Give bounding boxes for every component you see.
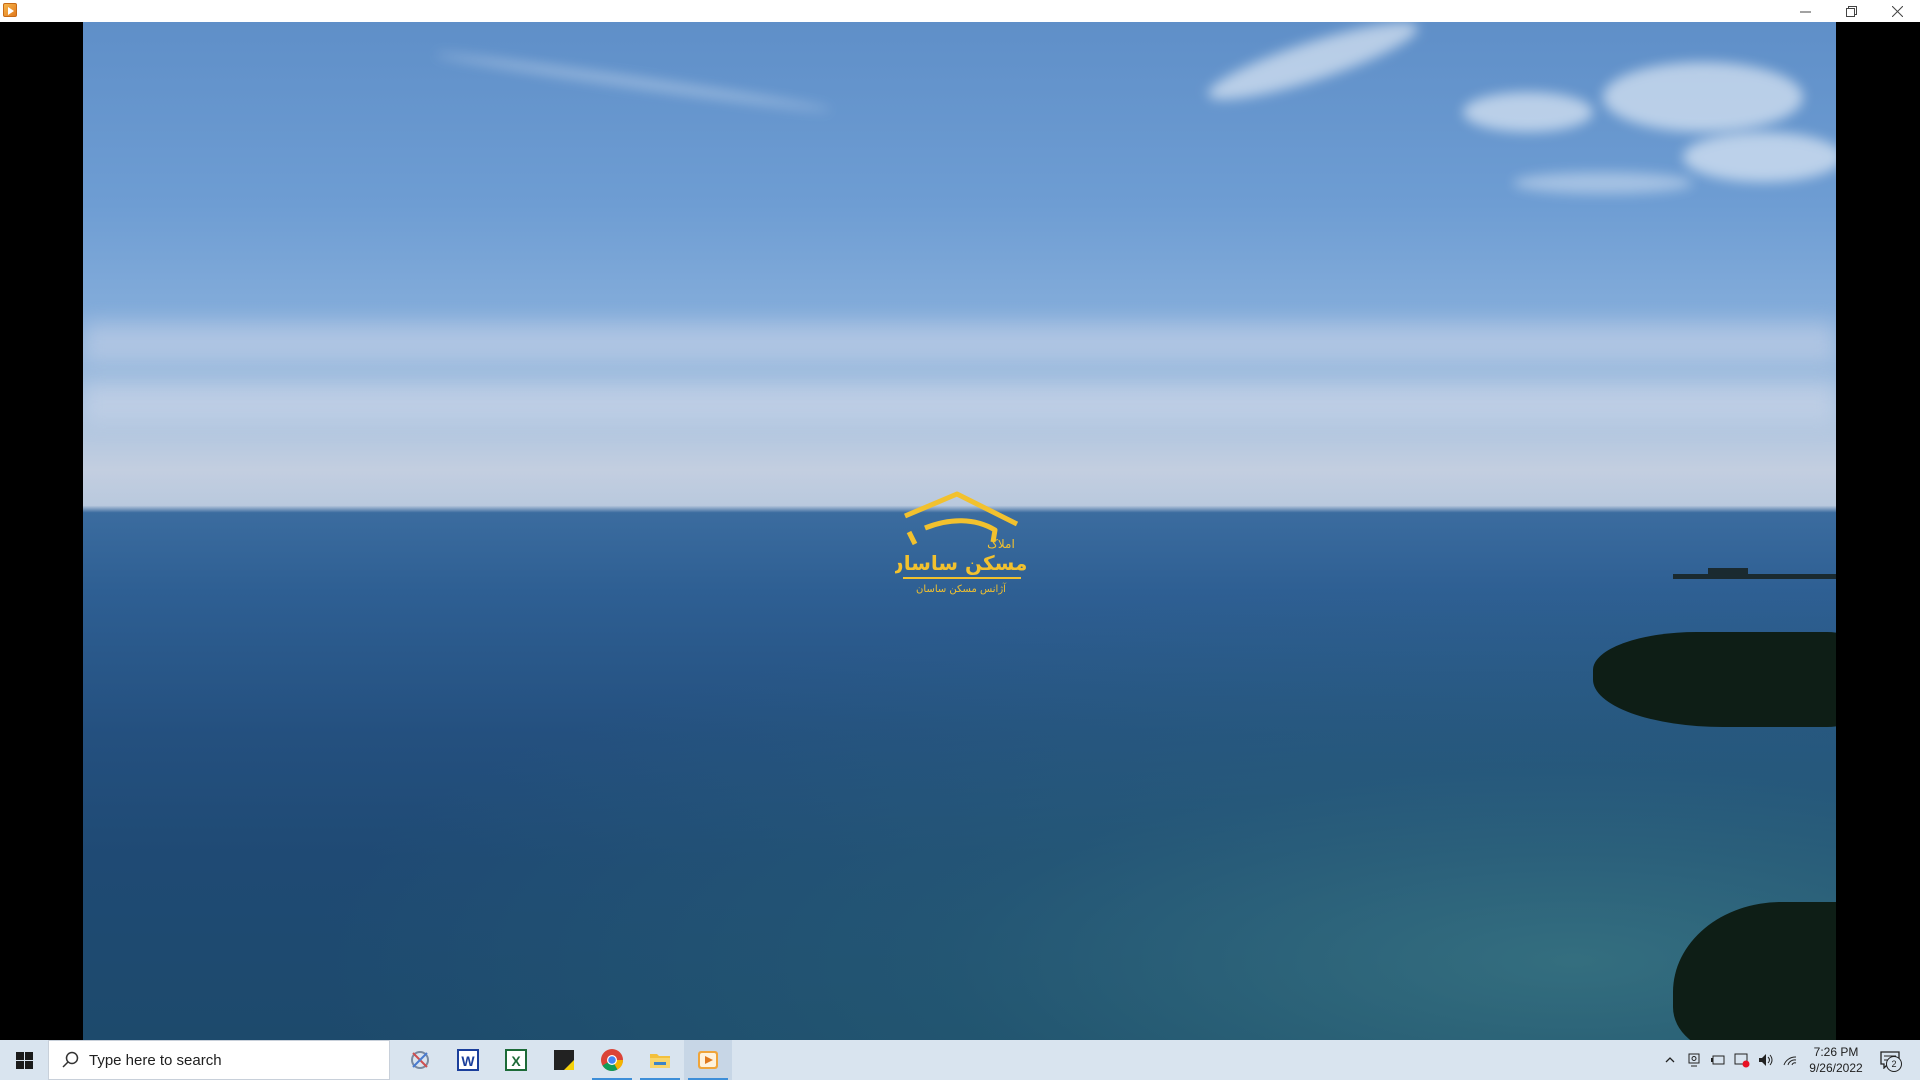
title-bar xyxy=(0,0,1920,22)
logo-line1: املاک xyxy=(987,537,1015,551)
svg-text:X: X xyxy=(511,1053,521,1069)
media-player-icon xyxy=(3,3,17,17)
video-frame[interactable]: املاک مسکن ساسان آژانس مسکن ساسان xyxy=(83,22,1836,1040)
minimize-icon xyxy=(1799,11,1811,12)
notification-count-badge: 2 xyxy=(1886,1056,1902,1072)
taskbar-app-snipping[interactable] xyxy=(396,1040,444,1080)
window-controls xyxy=(1782,0,1920,22)
clock-time: 7:26 PM xyxy=(1813,1045,1859,1059)
cloud xyxy=(1463,92,1593,132)
logo-line3: آژانس مسکن ساسان xyxy=(916,582,1007,595)
taskbar-app-word[interactable]: W xyxy=(444,1040,492,1080)
windows-logo-icon xyxy=(15,1051,33,1069)
word-icon: W xyxy=(457,1049,479,1071)
sticky-notes-icon xyxy=(554,1050,574,1070)
haze-band xyxy=(83,322,1836,362)
coastline-trees xyxy=(1593,632,1836,727)
restore-icon xyxy=(1845,5,1857,17)
haze-band xyxy=(83,382,1836,422)
snipping-tool-icon xyxy=(411,1051,429,1069)
clock-date: 9/26/2022 xyxy=(1809,1061,1863,1075)
cloud xyxy=(1513,172,1693,194)
search-placeholder: Type here to search xyxy=(89,1051,222,1069)
chevron-up-icon xyxy=(1665,1057,1675,1063)
tray-volume[interactable] xyxy=(1756,1040,1776,1080)
security-alert-icon xyxy=(1734,1053,1750,1068)
file-explorer-icon xyxy=(650,1054,670,1068)
pier-building xyxy=(1708,568,1748,578)
excel-icon: X xyxy=(505,1049,527,1071)
taskbar-app-sticky-notes[interactable] xyxy=(540,1040,588,1080)
video-player-area[interactable]: املاک مسکن ساسان آژانس مسکن ساسان xyxy=(0,22,1920,1040)
media-player-icon xyxy=(698,1051,718,1069)
cloud xyxy=(434,49,832,115)
speaker-icon xyxy=(1759,1054,1773,1066)
wifi-icon xyxy=(1783,1056,1797,1066)
logo-line2: مسکن ساسان xyxy=(895,551,1027,575)
tray-meet-now[interactable] xyxy=(1684,1040,1704,1080)
taskbar-app-media-player[interactable] xyxy=(684,1040,732,1080)
webcam-icon xyxy=(1688,1053,1700,1067)
svg-text:W: W xyxy=(461,1053,475,1069)
cloud xyxy=(1603,62,1803,132)
restore-button[interactable] xyxy=(1828,0,1874,22)
taskbar-app-file-explorer[interactable] xyxy=(636,1040,684,1080)
taskbar-clock[interactable]: 7:26 PM 9/26/2022 xyxy=(1806,1044,1866,1076)
tray-network[interactable] xyxy=(1780,1040,1800,1080)
agency-logo: املاک مسکن ساسان آژانس مسکن ساسان xyxy=(895,491,1027,595)
cloud xyxy=(1202,22,1424,114)
close-icon xyxy=(1891,5,1903,17)
battery-plug-icon xyxy=(1711,1055,1725,1065)
minimize-button[interactable] xyxy=(1782,0,1828,22)
taskbar-search-box[interactable]: Type here to search xyxy=(48,1040,390,1080)
pier xyxy=(1673,574,1836,579)
tray-security[interactable] xyxy=(1732,1040,1752,1080)
search-icon xyxy=(62,1051,79,1068)
action-center-button[interactable]: 2 xyxy=(1872,1040,1908,1080)
cloud xyxy=(1683,132,1836,182)
taskbar: Type here to search W X 7:26 PM 9/26/202… xyxy=(0,1040,1920,1080)
start-button[interactable] xyxy=(0,1040,48,1080)
show-hidden-icons-button[interactable] xyxy=(1660,1040,1680,1080)
chrome-icon xyxy=(601,1049,623,1071)
close-button[interactable] xyxy=(1874,0,1920,22)
tray-power[interactable] xyxy=(1708,1040,1728,1080)
taskbar-app-chrome[interactable] xyxy=(588,1040,636,1080)
taskbar-app-excel[interactable]: X xyxy=(492,1040,540,1080)
